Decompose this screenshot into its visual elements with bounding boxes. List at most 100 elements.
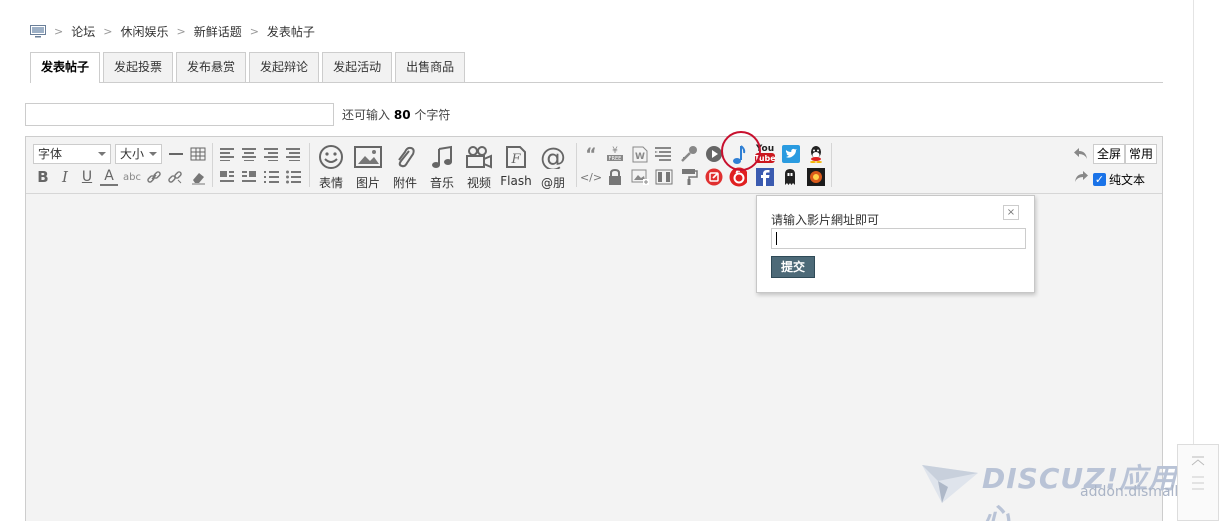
- plain-text-label: 纯文本: [1109, 173, 1146, 187]
- breadcrumb-item[interactable]: 论坛: [71, 23, 95, 40]
- float-right-icon[interactable]: [241, 168, 259, 186]
- qq-penguin-icon[interactable]: [807, 145, 825, 163]
- tab-debate[interactable]: 发起辩论: [249, 52, 320, 82]
- tab-poll[interactable]: 发起投票: [103, 52, 174, 82]
- editor-toolbar: 字体 大小 B I U A abc 表情 图片 附件 音乐 视频 F Flash…: [26, 137, 1162, 194]
- link-icon[interactable]: [145, 168, 163, 186]
- chevron-right-icon: >: [103, 24, 113, 38]
- italic-icon[interactable]: I: [56, 168, 74, 186]
- monitor-icon[interactable]: [30, 25, 46, 38]
- counter-suffix: 个字符: [414, 108, 451, 122]
- smiley-icon: [318, 145, 344, 172]
- video-button[interactable]: 视频: [462, 145, 496, 191]
- unlink-icon[interactable]: [166, 168, 184, 186]
- horizontal-rule-icon[interactable]: [167, 145, 185, 163]
- free-icon[interactable]: ¥ FREE: [606, 145, 624, 163]
- code-icon[interactable]: </>: [580, 168, 602, 186]
- back-to-top-icon: [1191, 456, 1205, 490]
- redo-icon[interactable]: [1072, 168, 1090, 186]
- strikethrough-icon[interactable]: abc: [121, 168, 143, 186]
- music-label: 音乐: [429, 176, 454, 190]
- facebook-icon[interactable]: [756, 168, 774, 186]
- underline-icon[interactable]: U: [78, 168, 96, 186]
- chevron-down-icon: [149, 152, 157, 156]
- size-select-label: 大小: [120, 147, 145, 161]
- hide-content-icon[interactable]: W: [631, 145, 649, 163]
- title-row: 还可输入 80 个字符: [25, 103, 450, 126]
- common-button[interactable]: 常用: [1125, 144, 1158, 164]
- counter-prefix: 还可输入: [342, 108, 391, 122]
- eraser-icon[interactable]: [189, 168, 207, 186]
- submit-button[interactable]: 提交: [771, 256, 816, 278]
- font-size-select[interactable]: 大小: [115, 144, 162, 164]
- flash-label: Flash: [500, 174, 532, 188]
- font-family-select[interactable]: 字体: [33, 144, 111, 164]
- video-url-input[interactable]: [771, 228, 1026, 249]
- music-note-icon: [431, 145, 453, 172]
- breadcrumb-current: 发表帖子: [266, 24, 315, 39]
- tab-trade[interactable]: 出售商品: [395, 52, 466, 82]
- at-sign-icon: @: [540, 143, 566, 173]
- page-break-icon[interactable]: [655, 145, 673, 163]
- scroll-to-top-control[interactable]: [1177, 444, 1219, 521]
- svg-text:@: @: [540, 145, 566, 169]
- breadcrumb-item[interactable]: 新鲜话题: [194, 23, 242, 40]
- image-add-icon[interactable]: [631, 168, 649, 186]
- ghost-icon[interactable]: [781, 168, 799, 186]
- key-icon[interactable]: [680, 145, 698, 163]
- image-button[interactable]: 图片: [351, 145, 385, 191]
- font-color-icon[interactable]: A: [100, 168, 118, 186]
- lock-icon[interactable]: [606, 168, 624, 186]
- align-center-icon[interactable]: [241, 145, 259, 163]
- align-justify-icon[interactable]: [285, 145, 303, 163]
- toolbar-separator: [831, 143, 832, 187]
- table-icon[interactable]: [189, 145, 207, 163]
- breadcrumb-item[interactable]: 休闲娱乐: [120, 23, 168, 40]
- font-select-label: 字体: [38, 147, 63, 161]
- right-rail-divider: [1193, 0, 1194, 521]
- align-left-icon[interactable]: [219, 145, 237, 163]
- align-right-icon[interactable]: [263, 145, 281, 163]
- emoji-label: 表情: [318, 176, 343, 190]
- columns-icon[interactable]: [655, 168, 673, 186]
- undo-icon[interactable]: [1072, 145, 1090, 163]
- unordered-list-icon[interactable]: [285, 168, 303, 186]
- highlight-circle: [721, 131, 761, 171]
- mention-label: @朋: [540, 176, 565, 190]
- svg-text:W: W: [635, 152, 645, 162]
- quote-icon[interactable]: “: [582, 145, 600, 165]
- chevron-down-icon: [98, 152, 106, 156]
- twitter-icon[interactable]: [782, 145, 800, 163]
- counter-value: 80: [393, 108, 411, 122]
- checkbox-checked-icon[interactable]: ✓: [1093, 173, 1106, 186]
- emoji-button[interactable]: 表情: [314, 145, 348, 191]
- paint-roller-icon[interactable]: [680, 168, 698, 186]
- tab-activity[interactable]: 发起活动: [322, 52, 393, 82]
- music-button[interactable]: 音乐: [425, 145, 459, 191]
- fullscreen-button[interactable]: 全屏: [1093, 144, 1126, 164]
- tab-reward[interactable]: 发布悬赏: [176, 52, 247, 82]
- game-icon[interactable]: [807, 168, 825, 186]
- chevron-right-icon: >: [249, 24, 259, 38]
- plain-text-toggle[interactable]: ✓ 纯文本: [1093, 171, 1145, 188]
- video-url-popup: × 请输入影片網址即可 提交: [756, 195, 1035, 293]
- close-icon[interactable]: ×: [1003, 205, 1019, 220]
- title-input[interactable]: [25, 103, 334, 126]
- float-left-icon[interactable]: [219, 168, 237, 186]
- bold-icon[interactable]: B: [34, 168, 52, 186]
- paper-plane-icon: [922, 465, 978, 503]
- flash-button[interactable]: F Flash: [499, 145, 533, 188]
- tab-post[interactable]: 发表帖子: [30, 52, 101, 83]
- attachment-button[interactable]: 附件: [388, 145, 422, 191]
- image-label: 图片: [355, 176, 380, 190]
- watermark: DISCUZ!应用中心 addon.dismall.com: [920, 455, 1213, 521]
- post-page: > 论坛 > 休闲娱乐 > 新鲜话题 > 发表帖子 发表帖子 发起投票 发布悬赏…: [0, 0, 1219, 521]
- video-label: 视频: [466, 176, 491, 190]
- edit-badge-icon[interactable]: [705, 168, 723, 186]
- toolbar-separator: [212, 143, 213, 187]
- mention-button[interactable]: @ @朋: [536, 143, 570, 191]
- ordered-list-icon[interactable]: [263, 168, 281, 186]
- attachment-label: 附件: [392, 176, 417, 190]
- char-counter: 还可输入 80 个字符: [342, 106, 450, 123]
- chevron-right-icon: >: [176, 24, 186, 38]
